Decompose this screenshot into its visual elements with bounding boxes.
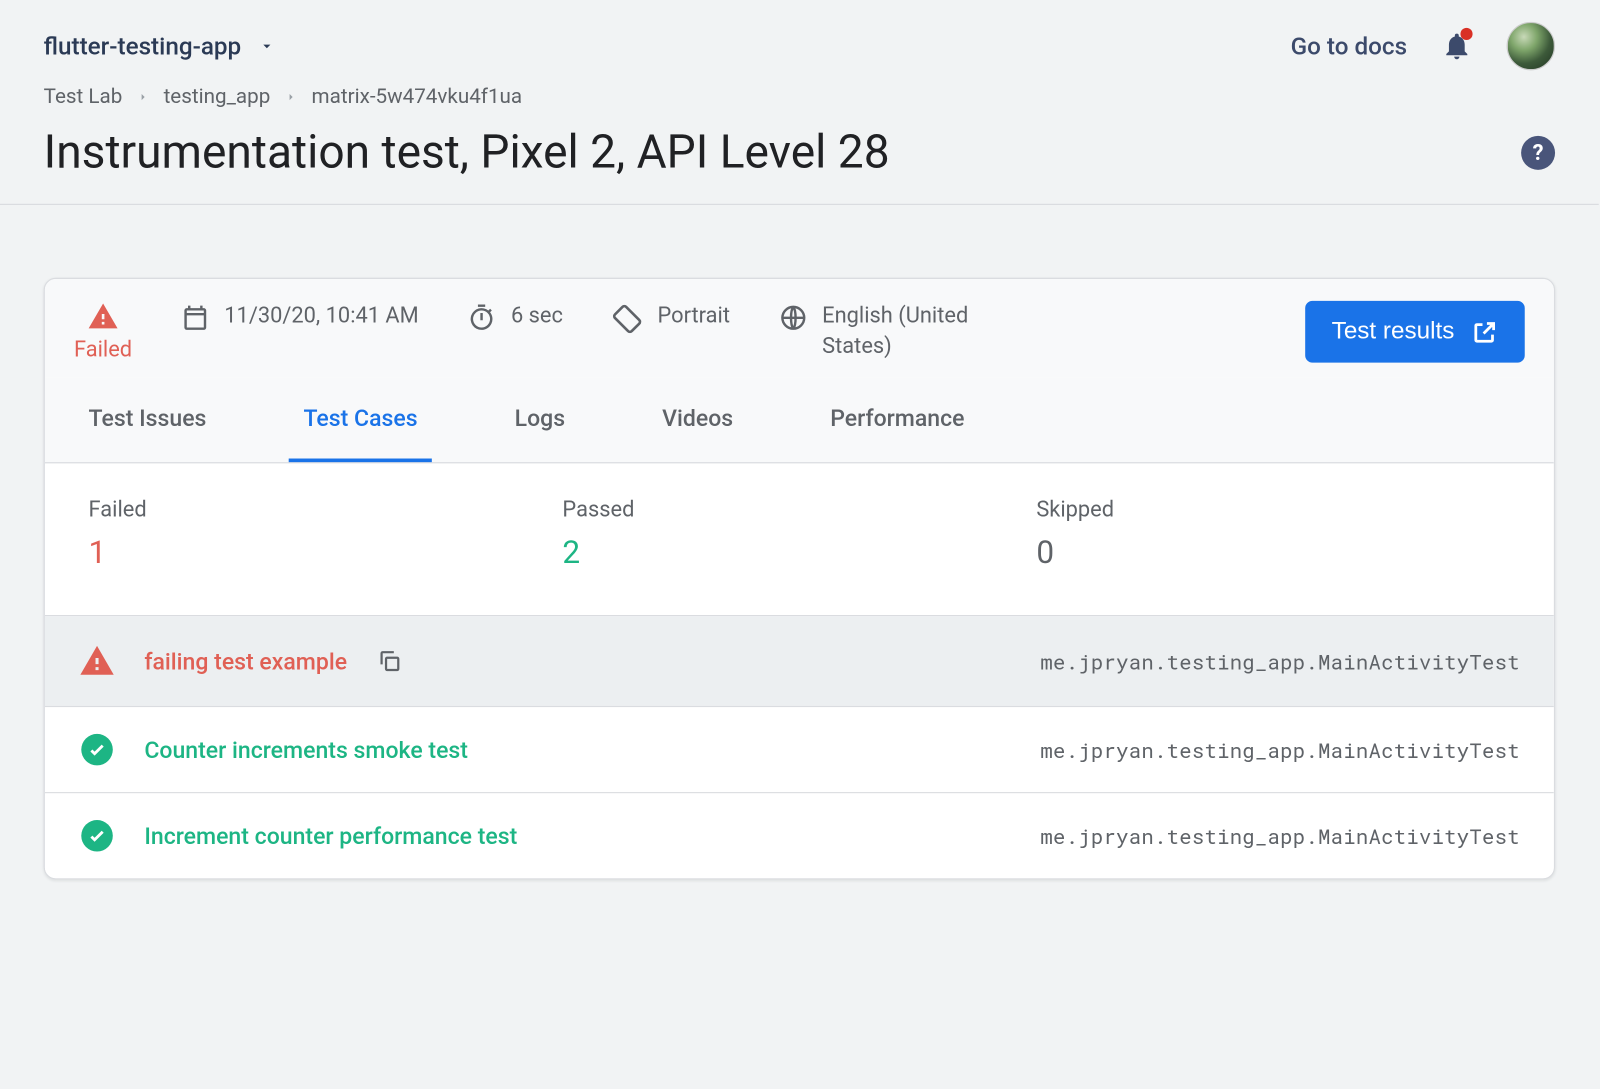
failed-count: Failed 1 xyxy=(89,497,563,571)
chevron-down-icon xyxy=(258,38,275,55)
tabs: Test Issues Test Cases Logs Videos Perfo… xyxy=(45,377,1554,463)
breadcrumb-matrix[interactable]: matrix-5w474vku4f1ua xyxy=(312,85,523,109)
failed-value: 1 xyxy=(89,535,563,571)
check-circle-icon xyxy=(81,734,113,766)
tab-videos[interactable]: Videos xyxy=(648,377,748,462)
tab-performance[interactable]: Performance xyxy=(816,377,979,462)
notifications-button[interactable] xyxy=(1441,30,1473,62)
project-name: flutter-testing-app xyxy=(44,32,242,61)
case-class: me.jpryan.testing_app.MainActivityTest xyxy=(1040,736,1519,764)
check-circle-icon xyxy=(81,820,113,852)
case-name: failing test example xyxy=(144,647,347,675)
case-status-icon xyxy=(79,734,115,766)
warning-triangle-icon xyxy=(79,643,115,679)
case-list: failing test example me.jpryan.testing_ap… xyxy=(45,616,1554,878)
page-title: Instrumentation test, Pixel 2, API Level… xyxy=(44,126,890,179)
case-class: me.jpryan.testing_app.MainActivityTest xyxy=(1040,647,1519,675)
case-name: Increment counter performance test xyxy=(144,822,517,850)
breadcrumb: Test Lab testing_app matrix-5w474vku4f1u… xyxy=(44,85,1555,109)
globe-icon xyxy=(779,303,808,332)
avatar[interactable] xyxy=(1507,22,1556,71)
test-results-button[interactable]: Test results xyxy=(1305,301,1525,363)
notification-dot-icon xyxy=(1460,28,1472,40)
locale-value: English (United States) xyxy=(822,301,1040,362)
skipped-value: 0 xyxy=(1036,535,1510,571)
project-selector[interactable]: flutter-testing-app xyxy=(44,32,275,61)
orientation-value: Portrait xyxy=(658,301,730,332)
locale-stat: English (United States) xyxy=(779,301,1041,362)
case-row[interactable]: Counter increments smoke test me.jpryan.t… xyxy=(45,707,1554,793)
chevron-right-icon xyxy=(137,91,149,103)
case-counts: Failed 1 Passed 2 Skipped 0 xyxy=(45,463,1554,616)
orientation-stat: Portrait xyxy=(611,301,730,335)
breadcrumb-root[interactable]: Test Lab xyxy=(44,85,123,109)
duration-value: 6 sec xyxy=(511,301,563,332)
tab-test-cases[interactable]: Test Cases xyxy=(289,377,432,462)
breadcrumb-app[interactable]: testing_app xyxy=(164,85,271,109)
orientation-icon xyxy=(611,303,643,335)
docs-link[interactable]: Go to docs xyxy=(1291,32,1408,61)
datetime-stat: 11/30/20, 10:41 AM xyxy=(181,301,419,333)
case-name: Counter increments smoke test xyxy=(144,736,468,764)
skipped-label: Skipped xyxy=(1036,497,1510,522)
failed-label: Failed xyxy=(89,497,563,522)
skipped-count: Skipped 0 xyxy=(1036,497,1510,571)
case-status-icon xyxy=(79,820,115,852)
results-button-label: Test results xyxy=(1332,318,1455,346)
stopwatch-icon xyxy=(467,303,496,332)
tab-test-issues[interactable]: Test Issues xyxy=(74,377,221,462)
case-row[interactable]: Increment counter performance test me.jpr… xyxy=(45,793,1554,878)
copy-icon[interactable] xyxy=(376,648,403,675)
tab-logs[interactable]: Logs xyxy=(500,377,580,462)
case-status-icon xyxy=(79,643,115,679)
passed-value: 2 xyxy=(562,535,1036,571)
passed-label: Passed xyxy=(562,497,1036,522)
passed-count: Passed 2 xyxy=(562,497,1036,571)
calendar-icon xyxy=(181,303,210,332)
datetime-value: 11/30/20, 10:41 AM xyxy=(224,301,418,332)
duration-stat: 6 sec xyxy=(467,301,563,333)
status-stat: Failed xyxy=(74,301,132,363)
case-row[interactable]: failing test example me.jpryan.testing_ap… xyxy=(45,616,1554,707)
chevron-right-icon xyxy=(285,91,297,103)
summary-bar: Failed 11/30/20, 10:41 AM 6 sec Portrait… xyxy=(45,279,1554,377)
test-detail-card: Failed 11/30/20, 10:41 AM 6 sec Portrait… xyxy=(44,278,1555,880)
status-label: Failed xyxy=(74,337,132,362)
help-button[interactable]: ? xyxy=(1521,136,1555,170)
question-icon: ? xyxy=(1533,140,1544,165)
open-external-icon xyxy=(1471,318,1498,345)
case-class: me.jpryan.testing_app.MainActivityTest xyxy=(1040,822,1519,850)
warning-triangle-icon xyxy=(87,301,119,333)
